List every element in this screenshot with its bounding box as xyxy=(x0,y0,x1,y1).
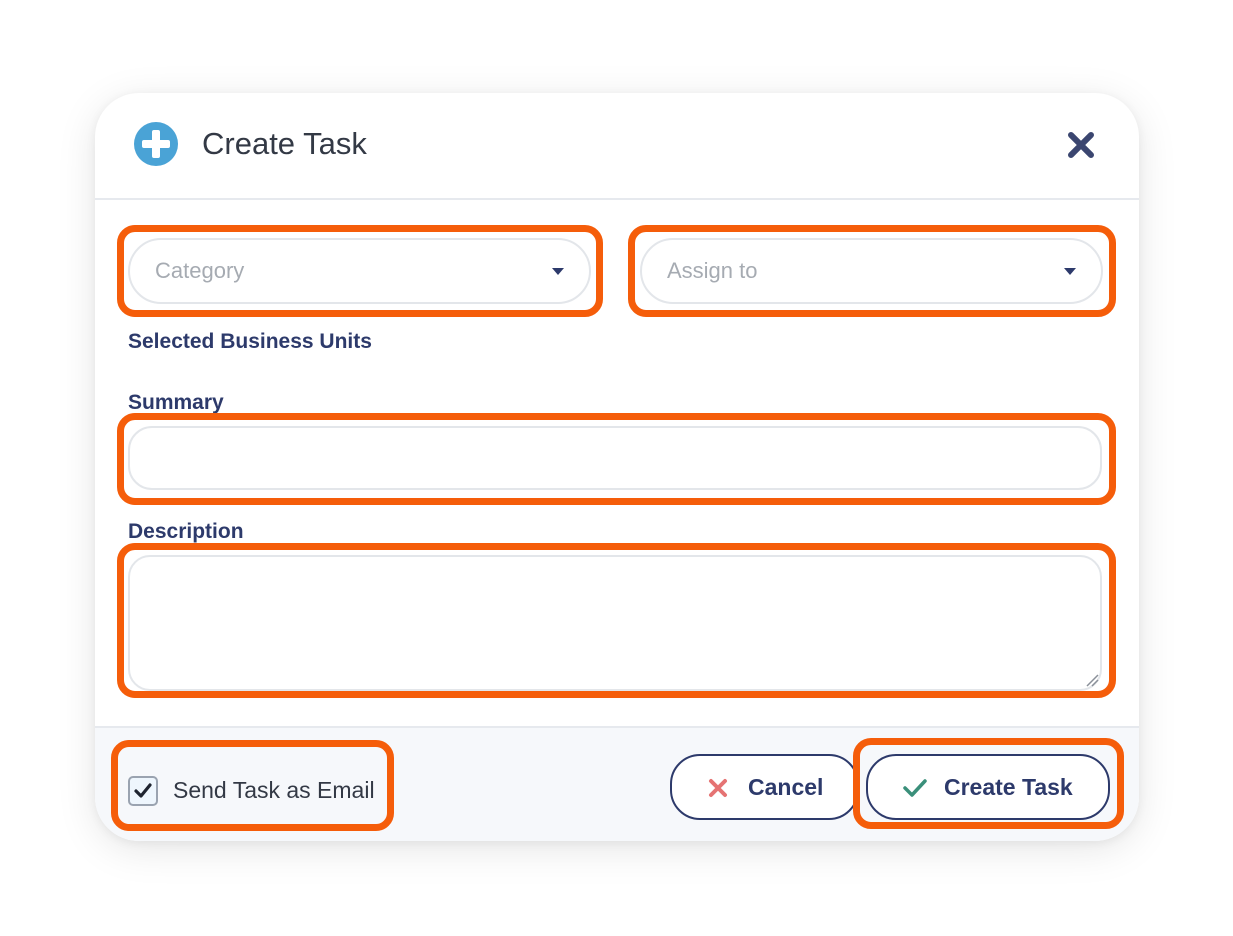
assign-to-placeholder: Assign to xyxy=(667,258,758,283)
caret-down-icon xyxy=(1064,268,1076,275)
description-label: Description xyxy=(128,520,244,543)
selected-business-units-label: Selected Business Units xyxy=(128,330,372,353)
caret-down-icon xyxy=(552,268,564,275)
cancel-button[interactable]: Cancel xyxy=(670,754,859,820)
send-email-label: Send Task as Email xyxy=(173,777,375,803)
assign-to-select[interactable]: Assign to xyxy=(640,238,1103,304)
close-icon[interactable] xyxy=(1065,129,1097,161)
create-task-label: Create Task xyxy=(944,774,1073,800)
x-icon xyxy=(709,779,727,797)
category-select[interactable]: Category xyxy=(128,238,591,304)
category-placeholder: Category xyxy=(155,258,245,283)
dialog-footer: Send Task as Email Cancel Create Task xyxy=(95,726,1139,841)
cancel-label: Cancel xyxy=(748,774,824,800)
check-icon xyxy=(903,779,927,797)
create-task-button[interactable]: Create Task xyxy=(866,754,1110,820)
checkmark-icon xyxy=(134,783,152,798)
summary-label: Summary xyxy=(128,391,224,414)
dialog-title: Create Task xyxy=(202,126,367,161)
send-email-checkbox[interactable] xyxy=(128,776,158,806)
dialog-header: Create Task xyxy=(95,93,1139,200)
description-textarea[interactable] xyxy=(128,555,1102,691)
stage: Create Task Category Assign to Selected … xyxy=(0,0,1233,936)
summary-input[interactable] xyxy=(128,426,1102,490)
create-task-dialog: Create Task Category Assign to Selected … xyxy=(95,93,1139,841)
resize-grip-icon[interactable] xyxy=(1085,673,1099,687)
plus-circle-icon xyxy=(134,122,178,166)
